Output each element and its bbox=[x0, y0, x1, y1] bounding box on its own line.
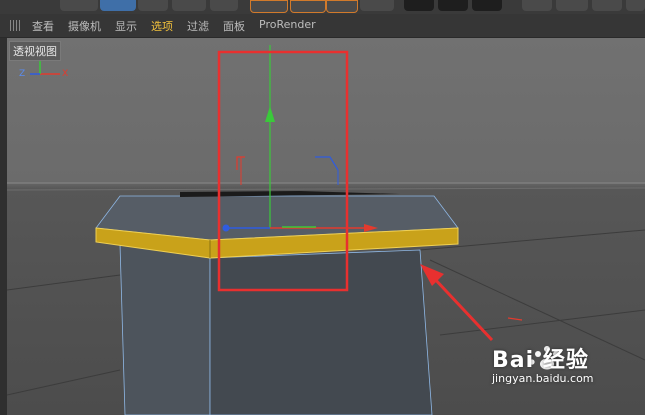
grid-line bbox=[6, 274, 121, 291]
grid-line bbox=[439, 309, 645, 336]
z-axis-handle-icon bbox=[222, 224, 230, 232]
watermark-brand: Bai 经验 bbox=[492, 348, 589, 373]
axis-label-z: Z bbox=[19, 69, 25, 79]
box-object bbox=[95, 191, 459, 415]
axis-label-x: X bbox=[62, 69, 68, 79]
watermark: Bai 经验 jingyan.baidu.com bbox=[492, 342, 594, 385]
bounding-corner-icon bbox=[315, 156, 339, 171]
pointer-arrow-icon bbox=[420, 264, 494, 342]
view-label: 透视视图 bbox=[9, 41, 61, 61]
watermark-url: jingyan.baidu.com bbox=[492, 372, 594, 385]
grid-line bbox=[6, 369, 121, 396]
grid-line bbox=[6, 187, 645, 191]
y-axis-arrow-icon bbox=[265, 106, 275, 122]
